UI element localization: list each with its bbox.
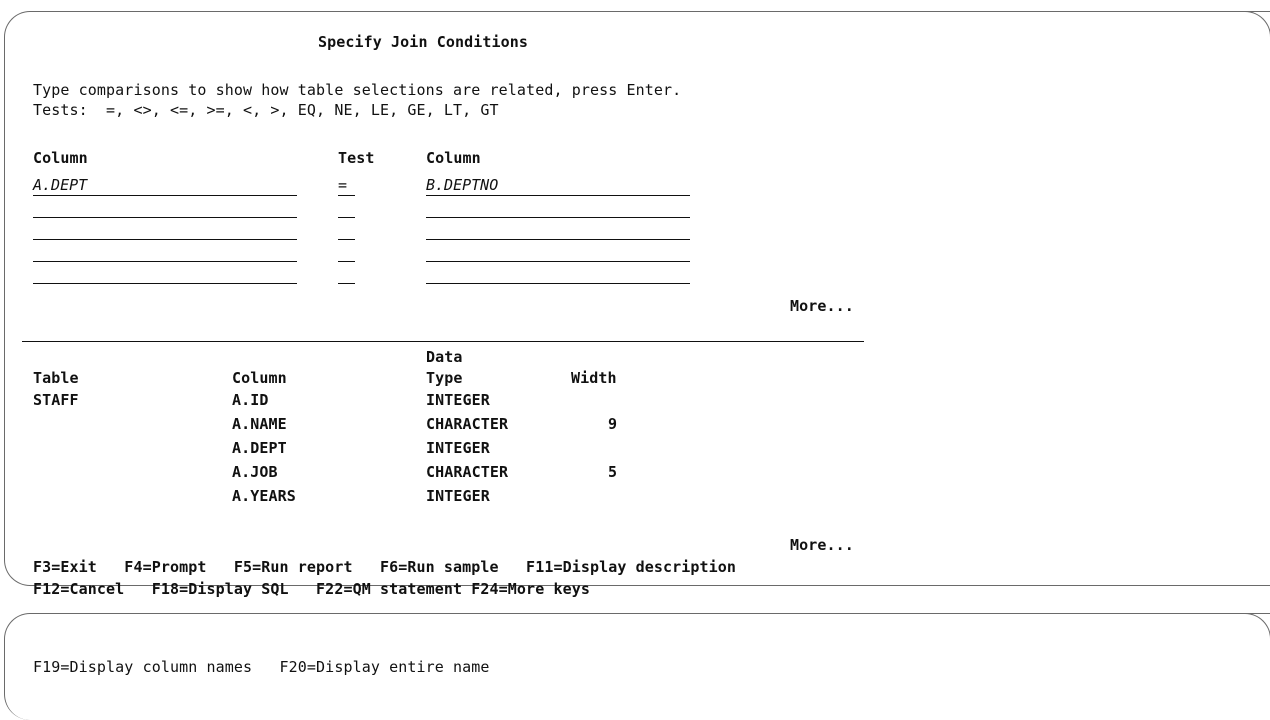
tests-legend: Tests: =, <>, <=, >=, <, >, EQ, NE, LE, … (33, 101, 499, 119)
test-field[interactable] (338, 265, 355, 284)
column-name: A.DEPT (232, 439, 287, 457)
test-field[interactable] (338, 243, 355, 262)
column-name: A.ID (232, 391, 269, 409)
column-header: Column (232, 369, 287, 387)
data-type: INTEGER (426, 439, 490, 457)
left-column-field[interactable] (33, 199, 297, 218)
table-header: Table (33, 369, 79, 387)
column-name: A.NAME (232, 415, 287, 433)
left-column-header: Column (33, 149, 88, 167)
right-column-field[interactable]: B.DEPTNO (426, 176, 690, 196)
function-keys-line-2[interactable]: F12=Cancel F18=Display SQL F22=QM statem… (33, 580, 590, 598)
data-type: INTEGER (426, 391, 490, 409)
data-type: CHARACTER (426, 415, 509, 433)
join-more-indicator: More... (790, 297, 854, 315)
list-more-indicator: More... (790, 536, 854, 554)
instruction-text: Type comparisons to show how table selec… (33, 81, 682, 99)
test-header: Test (338, 149, 375, 167)
test-field[interactable]: = (338, 176, 355, 196)
left-column-field[interactable] (33, 221, 297, 240)
extra-function-keys[interactable]: F19=Display column names F20=Display ent… (33, 658, 490, 676)
data-type: CHARACTER (426, 463, 509, 481)
column-width: 5 (608, 463, 618, 481)
function-keys-line-1[interactable]: F3=Exit F4=Prompt F5=Run report F6=Run s… (33, 558, 736, 576)
right-column-field[interactable] (426, 199, 690, 218)
data-type: INTEGER (426, 487, 490, 505)
right-column-header: Column (426, 149, 481, 167)
right-column-field[interactable] (426, 243, 690, 262)
data-header: Data (426, 348, 463, 366)
column-name: A.YEARS (232, 487, 296, 505)
table-name: STAFF (33, 391, 79, 409)
right-column-field[interactable] (426, 221, 690, 240)
section-separator (22, 341, 864, 342)
screen-title: Specify Join Conditions (318, 33, 529, 51)
type-header: Type (426, 369, 463, 387)
right-column-field[interactable] (426, 265, 690, 284)
test-field[interactable] (338, 199, 355, 218)
column-name: A.JOB (232, 463, 278, 481)
width-header: Width (571, 369, 617, 387)
left-column-field[interactable] (33, 243, 297, 262)
column-width: 9 (608, 415, 618, 433)
left-column-field[interactable]: A.DEPT (33, 176, 297, 196)
test-field[interactable] (338, 221, 355, 240)
left-column-field[interactable] (33, 265, 297, 284)
